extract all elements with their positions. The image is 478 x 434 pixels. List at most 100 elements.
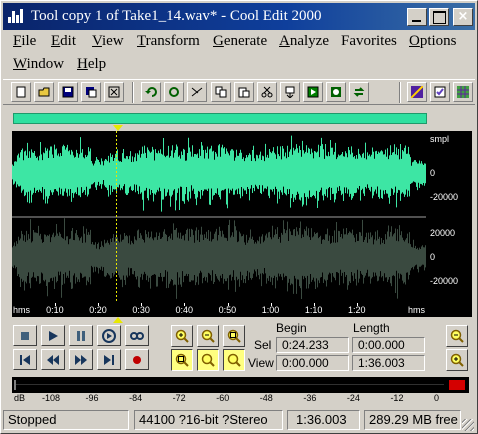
time-tick: 1:10 — [304, 305, 323, 315]
repeat-icon — [169, 87, 179, 97]
status-format: 44100 ?16-bit ?Stereo — [134, 410, 283, 430]
cut-tool-button[interactable] — [187, 82, 207, 102]
title-bar[interactable]: Tool copy 1 of Take1_14.wav* - Cool Edit… — [3, 3, 475, 30]
zoom-in-button[interactable] — [171, 325, 193, 347]
play-script-button[interactable] — [303, 82, 323, 102]
db-tick: -12 — [390, 393, 404, 403]
close-button[interactable]: × — [453, 7, 473, 26]
spectral-button[interactable] — [407, 82, 427, 102]
new-file-button[interactable] — [11, 82, 31, 102]
zoom-right-button[interactable] — [223, 349, 245, 371]
resize-grip[interactable] — [462, 419, 474, 431]
time-tick: 1:00 — [261, 305, 280, 315]
zoom-out-icon — [201, 329, 215, 343]
time-tick-mark — [141, 303, 143, 306]
menu-window[interactable]: Window — [13, 56, 64, 73]
clip-indicator[interactable] — [449, 380, 465, 390]
cursor-marker-bottom[interactable] — [113, 317, 123, 323]
mix-paste-icon — [285, 86, 295, 98]
zoom-left-button[interactable] — [197, 349, 219, 371]
fast-forward-button[interactable] — [69, 349, 93, 370]
menu-edit[interactable]: Edit — [51, 33, 76, 50]
scissors-button[interactable] — [257, 82, 277, 102]
zoom-selection-button[interactable] — [171, 349, 193, 371]
zoom-full-icon — [227, 329, 241, 343]
level-meter — [12, 377, 469, 393]
zoom-full-button[interactable] — [223, 325, 245, 347]
time-ruler[interactable]: hms 0:10 0:20 0:30 0:40 0:50 1:00 1:10 1:20 hms — [12, 303, 472, 317]
paste-button[interactable] — [234, 82, 254, 102]
play-button[interactable] — [41, 325, 65, 346]
grid-icon — [457, 86, 469, 98]
zoom-out-vertical-button[interactable] — [446, 349, 468, 371]
grid-button[interactable] — [453, 82, 473, 102]
zoom-left-icon — [201, 353, 215, 367]
close-file-button[interactable] — [104, 82, 124, 102]
time-tick-mark — [184, 303, 186, 306]
time-tick: 1:20 — [347, 305, 366, 315]
loop-button[interactable] — [125, 325, 149, 346]
new-file-icon — [16, 86, 26, 98]
zoom-in-vertical-button[interactable] — [446, 325, 468, 347]
time-tick: hms — [13, 305, 31, 315]
open-file-button[interactable] — [34, 82, 54, 102]
pause-button[interactable] — [69, 325, 93, 346]
cd-icon — [331, 87, 341, 97]
time-tick-mark — [98, 303, 100, 306]
length-header: Length — [353, 321, 390, 335]
rewind-button[interactable] — [41, 349, 65, 370]
scale-right-zero: 0 — [430, 252, 436, 262]
cut-tool-icon — [191, 87, 203, 97]
paste-icon — [238, 87, 250, 98]
loop-button[interactable] — [349, 82, 369, 102]
save-icon — [62, 86, 74, 98]
menu-generate[interactable]: Generate — [213, 33, 267, 50]
maximize-button[interactable] — [429, 7, 449, 26]
view-length-field[interactable]: 1:36.003 — [352, 355, 425, 371]
time-tick-mark — [270, 303, 272, 306]
menu-analyze[interactable]: Analyze — [279, 33, 329, 50]
begin-header: Begin — [276, 321, 307, 335]
zoom-in-icon — [175, 329, 189, 343]
view-begin-field[interactable]: 0:00.000 — [276, 355, 349, 371]
menu-transform[interactable]: Transform — [137, 33, 200, 50]
sel-length-field[interactable]: 0:00.000 — [352, 337, 425, 353]
stop-button[interactable] — [13, 325, 37, 346]
play-to-end-button[interactable] — [97, 325, 121, 346]
scale-right-neg: -20000 — [430, 276, 459, 286]
pause-icon — [77, 330, 85, 341]
db-tick: 0 — [434, 393, 440, 403]
app-icon[interactable] — [7, 8, 25, 25]
menu-favorites[interactable]: Favorites — [341, 33, 397, 50]
sel-begin-field[interactable]: 0:24.233 — [276, 337, 349, 353]
go-to-end-button[interactable] — [97, 349, 121, 370]
go-to-start-button[interactable] — [13, 349, 37, 370]
db-tick: -48 — [259, 393, 273, 403]
menu-options[interactable]: Options — [409, 33, 457, 50]
cd-button[interactable] — [326, 82, 346, 102]
undo-button[interactable] — [141, 82, 161, 102]
zoom-out-button[interactable] — [197, 325, 219, 347]
minimize-button[interactable] — [407, 7, 427, 26]
scale-unit: smpl — [430, 134, 450, 144]
db-scale: dB -108 -96 -84 -72 -60 -48 -36 -24 -12 0 — [12, 393, 472, 405]
mix-paste-button[interactable] — [280, 82, 300, 102]
save-button[interactable] — [58, 82, 78, 102]
toolbar-separator — [132, 82, 134, 103]
waveform-display[interactable] — [12, 131, 426, 303]
status-free-space: 289.29 MB free — [364, 410, 461, 430]
record-button[interactable] — [125, 349, 149, 370]
menu-view[interactable]: View — [92, 33, 124, 50]
save-as-icon — [86, 87, 97, 98]
scale-left-zero: 0 — [430, 168, 436, 178]
menu-help[interactable]: Help — [77, 56, 106, 73]
stop-icon — [21, 331, 29, 340]
wave-left-path — [12, 135, 426, 212]
overview-bar[interactable] — [13, 113, 427, 124]
copy-button[interactable] — [211, 82, 231, 102]
spectral-icon — [411, 86, 423, 98]
checklist-button[interactable] — [430, 82, 450, 102]
menu-file[interactable]: File — [13, 33, 36, 50]
save-as-button[interactable] — [81, 82, 101, 102]
repeat-button[interactable] — [164, 82, 184, 102]
